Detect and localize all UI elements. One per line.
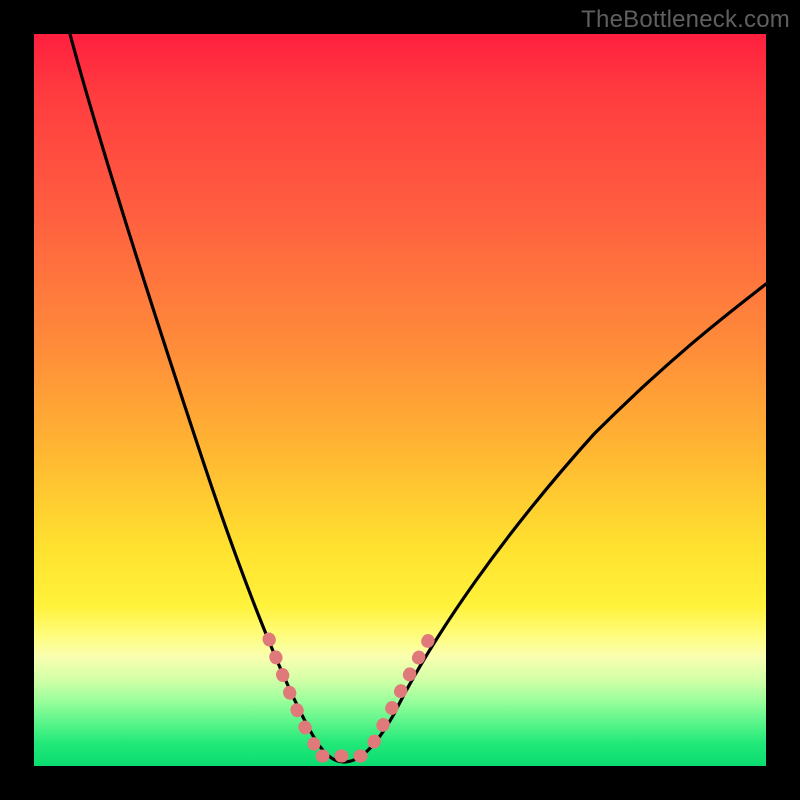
gradient-plot-area <box>34 34 766 766</box>
bottleneck-curve-svg <box>34 34 766 766</box>
attribution-text: TheBottleneck.com <box>581 6 790 34</box>
accent-dots-right <box>374 639 429 742</box>
chart-frame: TheBottleneck.com <box>0 0 800 800</box>
accent-dots-left <box>269 639 314 744</box>
